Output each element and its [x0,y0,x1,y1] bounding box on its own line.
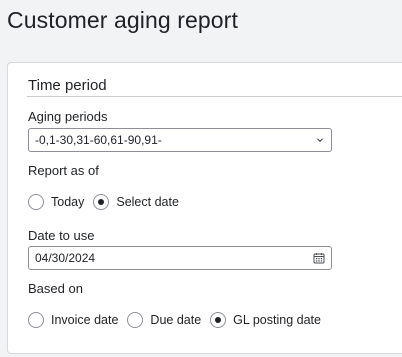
radio-option-today[interactable]: Today [28,194,84,210]
aging-periods-select[interactable]: -0,1-30,31-60,61-90,91- [28,128,332,152]
time-period-card: Time period Aging periods -0,1-30,31-60,… [7,62,402,354]
report-as-of-radio-group: Today Select date [28,192,188,212]
radio-button-today[interactable] [28,194,44,210]
radio-button-select-date[interactable] [93,194,110,210]
date-to-use-input[interactable]: 04/30/2024 [28,246,332,270]
aging-periods-value: -0,1-30,31-60,61-90,91- [35,133,162,147]
radio-button-due-date[interactable] [127,312,144,328]
date-to-use-value: 04/30/2024 [35,251,96,265]
based-on-radio-group: Invoice date Due date GL posting date [28,310,330,330]
chevron-down-icon [315,129,325,151]
date-to-use-label: Date to use [28,228,95,243]
radio-label-today: Today [51,195,85,209]
radio-label-gl-posting-date: GL posting date [233,313,321,327]
radio-button-gl-posting-date[interactable] [210,312,227,328]
radio-button-invoice-date[interactable] [28,312,44,328]
radio-label-invoice-date: Invoice date [51,313,119,327]
radio-label-select-date: Select date [116,195,179,209]
radio-option-invoice-date[interactable]: Invoice date [28,312,118,328]
section-divider [27,96,402,97]
radio-label-due-date: Due date [150,313,202,327]
section-title-time-period: Time period [28,77,107,94]
radio-option-select-date[interactable]: Select date [93,194,179,210]
based-on-label: Based on [28,281,83,296]
radio-option-due-date[interactable]: Due date [127,312,201,328]
radio-option-gl-posting-date[interactable]: GL posting date [210,312,321,328]
page-title: Customer aging report [7,7,238,33]
report-as-of-label: Report as of [28,163,99,178]
calendar-icon[interactable] [313,247,325,269]
aging-periods-label: Aging periods [28,109,108,124]
